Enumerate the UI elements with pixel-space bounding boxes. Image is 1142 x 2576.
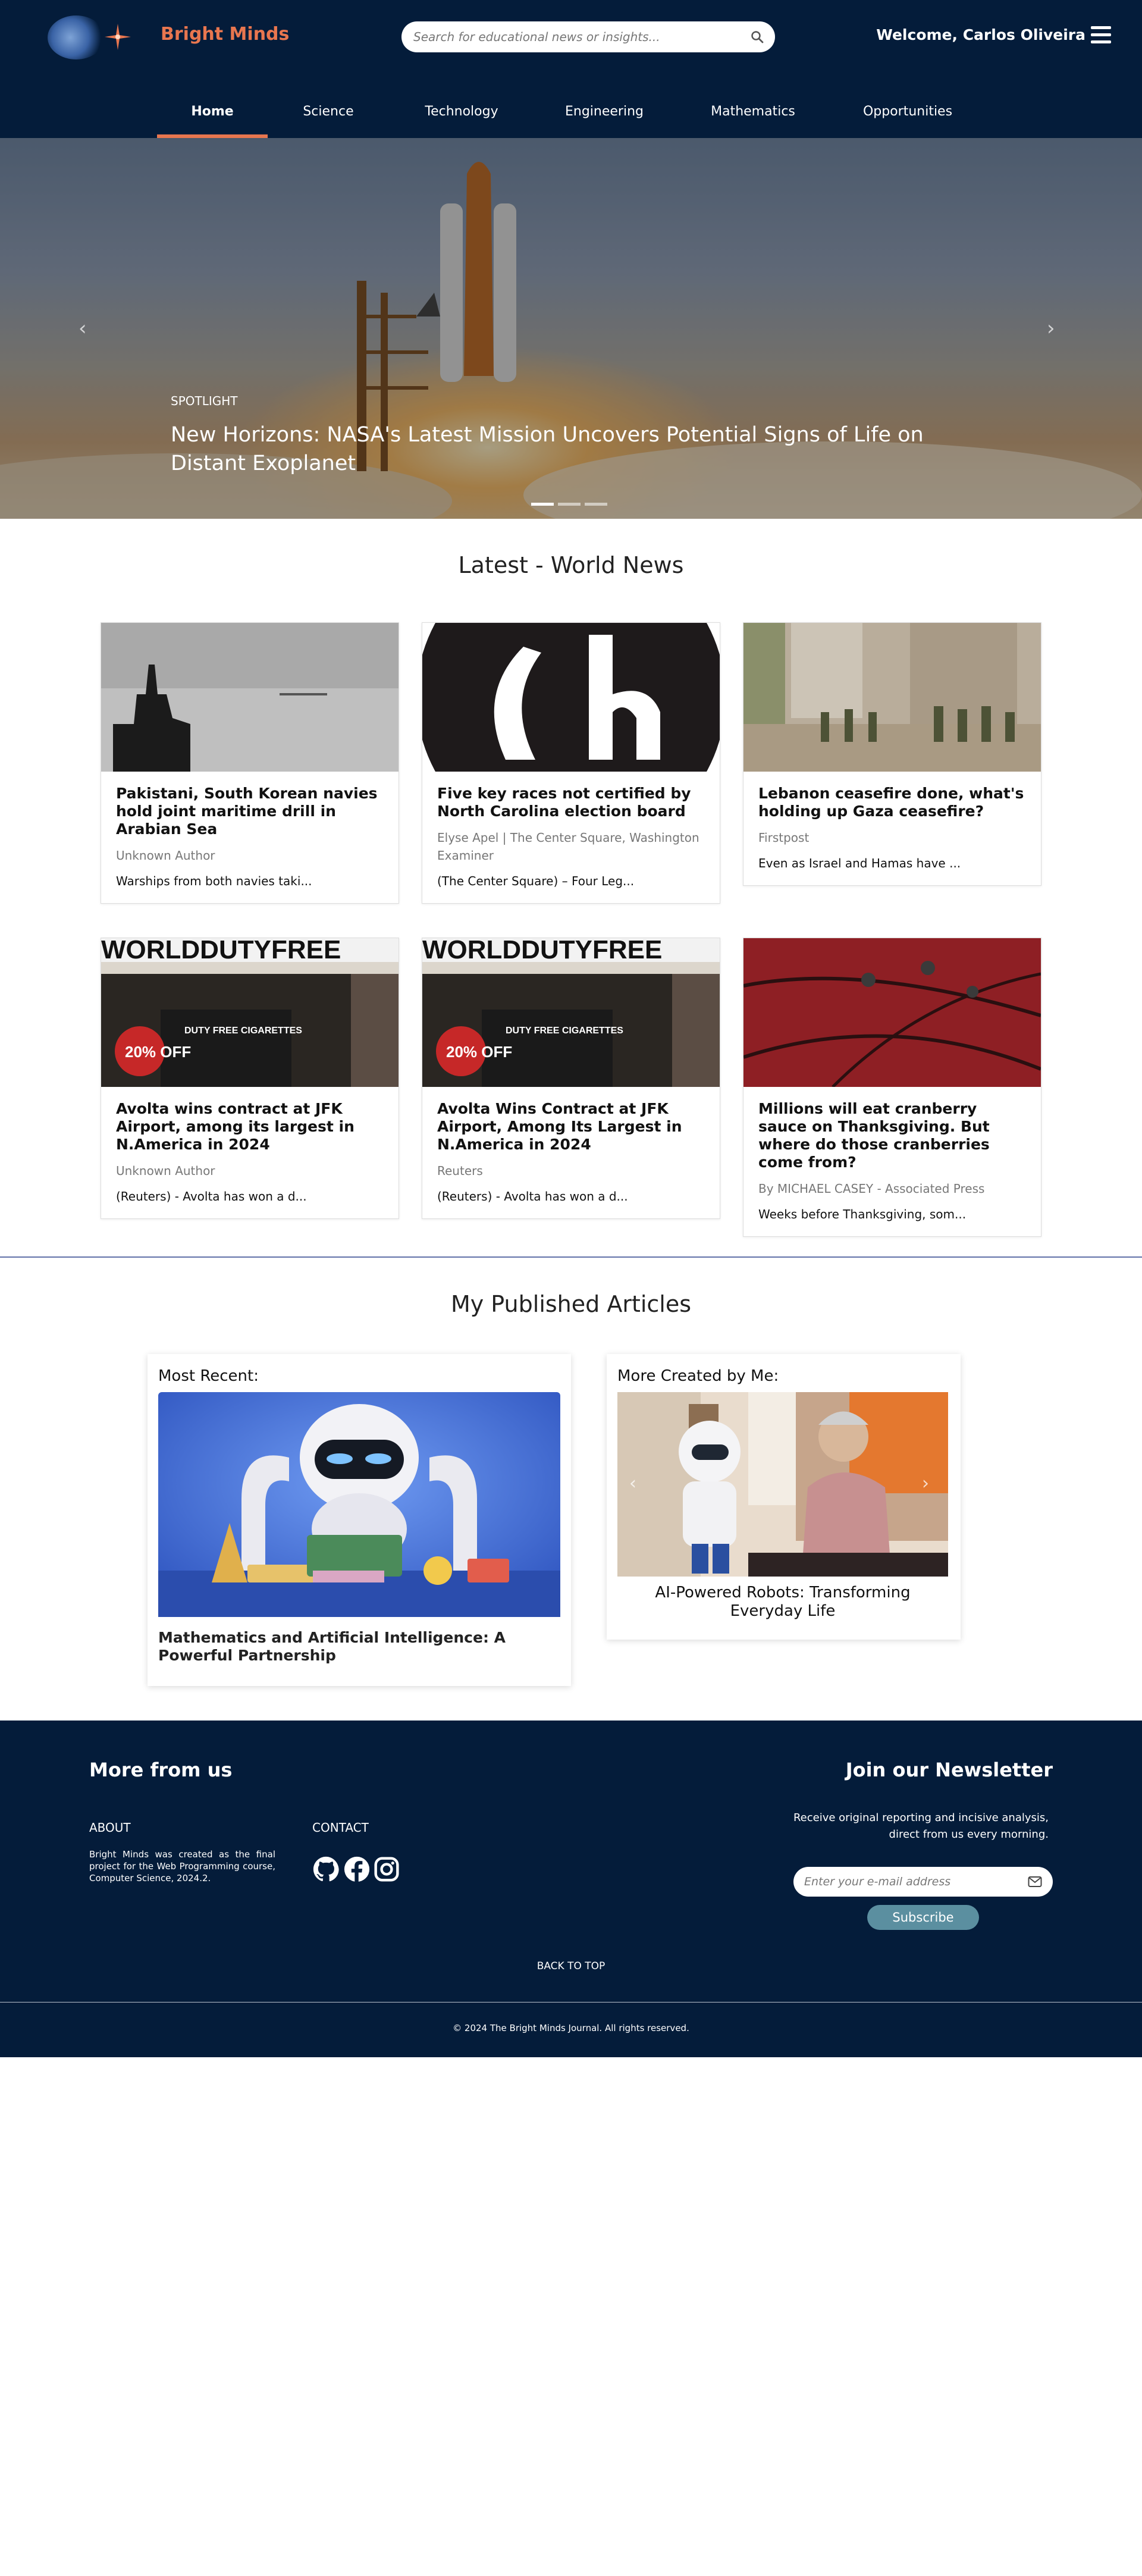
more-article-title[interactable]: AI-Powered Robots: Transforming Everyday…	[617, 1584, 948, 1621]
newsletter-text: Receive original reporting and incisive …	[793, 1812, 1049, 1841]
nav-technology-label: Technology	[425, 104, 498, 119]
logo-star-icon	[105, 24, 131, 50]
main-nav: Home Science Technology Engineering Math…	[0, 104, 1142, 138]
section-divider	[0, 1256, 1142, 1258]
most-recent-article-title[interactable]: Mathematics and Artificial Intelligence:…	[158, 1629, 551, 1665]
facebook-icon[interactable]	[344, 1856, 370, 1882]
news-card-title: Lebanon ceasefire done, what's holding u…	[758, 785, 1024, 820]
news-card-description: Weeks before Thanksgiving, som...	[758, 1207, 967, 1221]
nav-opportunities-label: Opportunities	[862, 104, 953, 119]
gallery-next-icon[interactable]: ›	[922, 1473, 946, 1497]
news-card[interactable]: WORLDDUTYFREE DUTY FREE CIGARETTES 20% O…	[101, 938, 399, 1219]
news-card-title: Pakistani, South Korean navies hold join…	[116, 785, 378, 838]
news-card-author: Unknown Author	[116, 848, 215, 863]
more-created-label: More Created by Me:	[617, 1367, 779, 1385]
most-recent-article-card[interactable]: Most Recent: Mathematics and Artificial …	[148, 1354, 571, 1686]
about-text: Bright Minds was created as the final pr…	[89, 1849, 275, 1884]
newsletter-form	[793, 1867, 1053, 1897]
nav-mathematics-label: Mathematics	[711, 104, 795, 119]
subscribe-button[interactable]: Subscribe	[867, 1905, 979, 1930]
logo[interactable]	[48, 7, 149, 67]
copyright-text: © 2024 The Bright Minds Journal. All rig…	[453, 2023, 689, 2033]
robot-math-image	[158, 1392, 560, 1617]
nav-opportunities[interactable]: Opportunities	[858, 104, 958, 138]
mail-icon	[1028, 1876, 1042, 1887]
news-card-description: (Reuters) - Avolta has won a d...	[116, 1189, 307, 1204]
news-card[interactable]: WORLDDUTYFREE DUTY FREE CIGARETTES 20% O…	[422, 938, 720, 1219]
about-heading: ABOUT	[89, 1820, 131, 1835]
carousel-prev-icon[interactable]: ‹	[79, 316, 102, 340]
carousel-dot[interactable]	[558, 503, 581, 506]
robot-elderly-image	[617, 1392, 948, 1577]
news-card-image: WORLDDUTYFREE DUTY FREE CIGARETTES 20% O…	[422, 938, 720, 1087]
newsletter-heading: Join our Newsletter	[845, 1759, 1053, 1781]
site-footer: More from us ABOUT Bright Minds was crea…	[0, 1721, 1142, 2057]
hamburger-menu-icon[interactable]	[1091, 26, 1111, 44]
nav-mathematics[interactable]: Mathematics	[703, 104, 803, 138]
news-card-image	[101, 623, 399, 772]
nav-science-label: Science	[303, 104, 354, 119]
store-promo-text: 20% OFF	[125, 1043, 191, 1061]
store-sign-text: WORLDDUTYFREE	[422, 938, 662, 964]
gallery-prev-icon[interactable]: ‹	[629, 1473, 653, 1497]
news-card-title: Avolta wins contract at JFK Airport, amo…	[116, 1100, 354, 1153]
spotlight-carousel: ‹ › SPOTLIGHT New Horizons: NASA's Lates…	[0, 138, 1142, 519]
nav-engineering[interactable]: Engineering	[557, 104, 652, 138]
spotlight-label: SPOTLIGHT	[171, 394, 238, 408]
news-card[interactable]: Lebanon ceasefire done, what's holding u…	[743, 622, 1041, 886]
store-label-text: DUTY FREE CIGARETTES	[184, 1026, 302, 1036]
site-header: Bright Minds Welcome, Carlos Oliveira Ho…	[0, 0, 1142, 138]
news-card-author: Reuters	[437, 1164, 483, 1178]
news-card-image	[422, 623, 720, 772]
logo-planet-icon	[48, 15, 105, 59]
news-card[interactable]: Pakistani, South Korean navies hold join…	[101, 622, 399, 904]
brand-name[interactable]: Bright Minds	[161, 24, 289, 45]
store-sign-text: WORLDDUTYFREE	[101, 938, 341, 964]
news-card[interactable]: Five key races not certified by North Ca…	[422, 622, 720, 904]
nav-home[interactable]: Home	[157, 104, 268, 138]
store-label-text: DUTY FREE CIGARETTES	[506, 1026, 623, 1036]
published-articles-heading: My Published Articles	[450, 1291, 692, 1317]
nav-home-label: Home	[191, 104, 234, 119]
news-card-image	[743, 623, 1041, 772]
most-recent-label: Most Recent:	[158, 1367, 259, 1385]
nav-science[interactable]: Science	[290, 104, 366, 138]
news-card-author: Unknown Author	[116, 1164, 215, 1178]
github-icon[interactable]	[313, 1856, 339, 1882]
more-articles-card: More Created by Me: ‹ › AI-Powered Robot…	[607, 1354, 961, 1640]
news-card-title: Millions will eat cranberry sauce on Tha…	[758, 1100, 990, 1171]
search-bar	[401, 21, 775, 52]
email-input[interactable]	[804, 1873, 1018, 1891]
search-icon[interactable]	[750, 30, 764, 44]
news-card[interactable]: Millions will eat cranberry sauce on Tha…	[743, 938, 1041, 1237]
news-card-image: WORLDDUTYFREE DUTY FREE CIGARETTES 20% O…	[101, 938, 399, 1087]
news-card-description: Even as Israel and Hamas have ...	[758, 856, 961, 870]
news-card-description: Warships from both navies taki...	[116, 874, 312, 888]
carousel-next-icon[interactable]: ›	[1047, 316, 1071, 340]
news-card-title: Five key races not certified by North Ca…	[437, 785, 691, 820]
latest-news-heading: Latest - World News	[458, 552, 684, 578]
store-promo-text: 20% OFF	[446, 1043, 512, 1061]
news-card-image	[743, 938, 1041, 1087]
news-card-author: By MICHAEL CASEY - Associated Press	[758, 1182, 985, 1196]
carousel-dot[interactable]	[531, 503, 554, 506]
news-card-author: Elyse Apel | The Center Square, Washingt…	[437, 831, 699, 863]
news-card-description: (The Center Square) – Four Leg...	[437, 874, 635, 888]
contact-heading: CONTACT	[312, 1820, 369, 1835]
news-card-author: Firstpost	[758, 831, 810, 845]
nav-technology[interactable]: Technology	[414, 104, 509, 138]
news-card-description: (Reuters) - Avolta has won a d...	[437, 1189, 628, 1204]
carousel-dot[interactable]	[585, 503, 607, 506]
instagram-icon[interactable]	[374, 1856, 400, 1882]
news-card-title: Avolta Wins Contract at JFK Airport, Amo…	[437, 1100, 682, 1153]
welcome-user: Welcome, Carlos Oliveira	[876, 26, 1085, 43]
back-to-top-link[interactable]: BACK TO TOP	[0, 1960, 1142, 1972]
more-from-us-heading: More from us	[89, 1759, 233, 1781]
spotlight-title[interactable]: New Horizons: NASA's Latest Mission Unco…	[171, 421, 944, 478]
nav-engineering-label: Engineering	[565, 104, 644, 119]
search-input[interactable]	[413, 27, 729, 46]
carousel-indicators	[531, 497, 611, 508]
